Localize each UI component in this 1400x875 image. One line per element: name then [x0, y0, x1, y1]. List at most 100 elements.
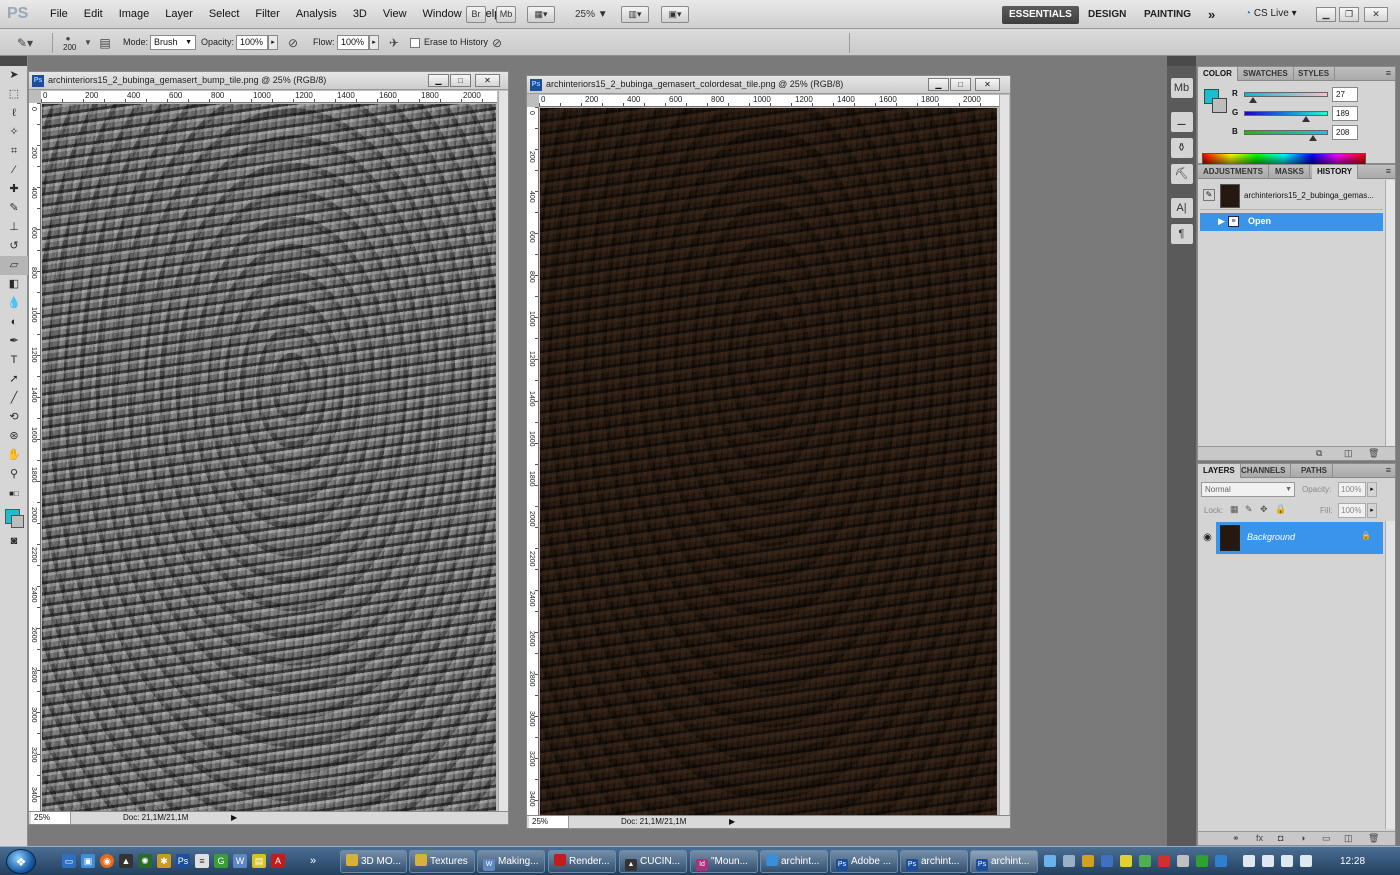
history-brush-icon[interactable]: ↺ [0, 237, 28, 256]
signal-icon[interactable] [1281, 855, 1293, 867]
cs-live-menu[interactable]: ◔ CS Live ▾ [1245, 8, 1297, 19]
layer-row-background[interactable]: ◉ Background 🔒 [1199, 522, 1383, 554]
new-group-icon[interactable]: ▭ [1322, 833, 1331, 844]
tab-paths[interactable]: PATHS [1296, 464, 1333, 478]
flow-input[interactable]: 100% [337, 35, 369, 50]
brush-icon[interactable]: ✎ [0, 199, 28, 218]
taskbar-button[interactable]: W Making... [477, 850, 545, 873]
paragraph-panel-icon[interactable]: ¶ [1170, 224, 1193, 244]
taskbar-button[interactable]: ▲ CUCIN... [619, 850, 687, 873]
acrobat-icon[interactable]: A [271, 854, 285, 868]
menu-analysis[interactable]: Analysis [288, 8, 345, 20]
launch-bridge-button[interactable]: Br [466, 6, 486, 23]
history-state-open[interactable]: ▶ ≡ Open [1200, 213, 1383, 231]
doc-maximize-button[interactable]: □ [950, 78, 971, 91]
quick-select-icon[interactable]: ✧ [0, 123, 28, 142]
panel-menu-icon[interactable]: ≡ [1386, 465, 1391, 475]
restore-button[interactable]: ❐ [1339, 7, 1359, 22]
gradient-icon[interactable]: ◧ [0, 275, 28, 294]
status-menu-arrow-icon[interactable]: ▶ [729, 817, 735, 826]
new-snapshot-icon[interactable]: ◫ [1344, 448, 1353, 459]
tab-color[interactable]: COLOR [1198, 67, 1238, 81]
menu-view[interactable]: View [375, 8, 415, 20]
vertical-scrollbar[interactable] [498, 91, 508, 811]
minibridge-panel-icon[interactable]: Mb [1170, 78, 1193, 98]
screen-mode-button[interactable]: ▣▾ [661, 6, 689, 23]
blue-slider-thumb[interactable] [1308, 135, 1317, 141]
3dsmax-icon[interactable]: ▲ [119, 854, 133, 868]
tab-adjustments[interactable]: ADJUSTMENTS [1198, 165, 1270, 179]
bump-texture-canvas[interactable] [42, 104, 496, 811]
taskbar-button[interactable]: Ps Adobe ... [830, 850, 898, 873]
adjustment-layer-icon[interactable]: ◑ [1300, 833, 1305, 843]
tool-presets-icon[interactable]: ⛏ [1170, 164, 1193, 184]
pen-icon[interactable]: ✒ [0, 332, 28, 351]
document-size-info[interactable]: Doc: 21,1M/21,1M [123, 813, 188, 822]
minimize-button[interactable]: ▁ [1316, 7, 1336, 22]
show-desktop-icon[interactable]: ▭ [62, 854, 76, 868]
link-layers-icon[interactable]: ⚭ [1232, 833, 1240, 844]
green-slider-thumb[interactable] [1302, 116, 1311, 122]
blend-mode-select[interactable]: Normal ▼ [1201, 482, 1295, 497]
quick-launch-more-icon[interactable]: » [306, 854, 320, 868]
launch-minibridge-button[interactable]: Mb [496, 6, 516, 23]
type-icon[interactable]: T [0, 351, 28, 370]
airbrush-icon[interactable]: ✈ [386, 35, 402, 51]
menu-select[interactable]: Select [201, 8, 248, 20]
blue-value-input[interactable]: 208 [1332, 125, 1358, 140]
word-icon[interactable]: W [233, 854, 247, 868]
doc-close-button[interactable]: ✕ [475, 74, 500, 87]
vertical-ruler[interactable]: 0 200 400 600 800 1000 1200 1400 1600 18… [29, 103, 41, 811]
tablet-pressure-opacity-icon[interactable]: ⊘ [285, 35, 301, 51]
eraser-icon[interactable]: ▱ [0, 256, 28, 275]
background-color-swatch[interactable] [11, 515, 24, 528]
color-texture-canvas[interactable] [540, 108, 997, 815]
lock-position-icon[interactable]: ✥ [1260, 504, 1268, 515]
workspace-design[interactable]: DESIGN [1081, 6, 1133, 24]
explorer-icon[interactable]: ▣ [81, 854, 95, 868]
taskbar-button[interactable]: Id "Moun... [690, 850, 758, 873]
volume-icon[interactable] [1243, 855, 1255, 867]
lock-all-icon[interactable]: 🔒 [1275, 504, 1286, 515]
tray-app-icon[interactable] [1158, 855, 1170, 867]
layer-style-fx-icon[interactable]: fx [1256, 833, 1263, 843]
trash-icon[interactable]: 🗑 [1368, 833, 1379, 844]
clone-stamp-icon[interactable]: ⊥ [0, 218, 28, 237]
tray-app-icon[interactable] [1063, 855, 1075, 867]
taskbar-button[interactable]: Ps archint... [900, 850, 968, 873]
vertical-scrollbar[interactable] [999, 95, 1009, 815]
doc-close-button[interactable]: ✕ [975, 78, 1000, 91]
clock[interactable]: 12:28 [1340, 856, 1365, 867]
history-scrollbar[interactable] [1385, 180, 1395, 446]
menu-layer[interactable]: Layer [157, 8, 201, 20]
vertical-ruler[interactable]: 0 200 400 600 800 1000 1200 1400 1600 18… [527, 107, 539, 815]
chrome-icon[interactable]: G [214, 854, 228, 868]
trash-icon[interactable]: 🗑 [1368, 448, 1379, 459]
arrange-documents-button[interactable]: ▥▾ [621, 6, 649, 23]
mode-select[interactable]: Brush ▼ [150, 35, 196, 50]
tablet-pressure-size-icon[interactable]: ⊘ [489, 35, 505, 51]
eraser-tool-preset-icon[interactable]: ✎▾ [17, 35, 33, 51]
flow-slider-toggle[interactable]: ▸ [369, 35, 379, 50]
lasso-icon[interactable]: ℓ [0, 104, 28, 123]
zoom-level-menu[interactable]: 25% ▼ [575, 9, 608, 20]
history-brush-source-icon[interactable]: ✎ [1203, 189, 1215, 201]
opacity-slider-toggle[interactable]: ▸ [268, 35, 278, 50]
notepad-icon[interactable]: ≡ [195, 854, 209, 868]
photoshop-icon[interactable]: Ps [176, 854, 190, 868]
zoom-field[interactable]: 25% [31, 812, 71, 824]
red-value-input[interactable]: 27 [1332, 87, 1358, 102]
tray-app-icon[interactable] [1139, 855, 1151, 867]
tray-app-icon[interactable] [1215, 855, 1227, 867]
hand-icon[interactable]: ✋ [0, 446, 28, 465]
layers-scrollbar[interactable] [1385, 521, 1395, 829]
horizontal-ruler[interactable]: 0 200 400 600 800 1000 1200 1400 1600 18… [41, 91, 497, 103]
dodge-icon[interactable]: ◐ [0, 313, 28, 332]
layer-opacity-slider-toggle[interactable]: ▸ [1367, 482, 1377, 497]
clone-source-icon[interactable]: ⚱ [1170, 138, 1193, 158]
marquee-icon[interactable]: ⬚ [0, 85, 28, 104]
vray-icon[interactable]: ✺ [138, 854, 152, 868]
menu-3d[interactable]: 3D [345, 8, 375, 20]
spot-heal-icon[interactable]: ✚ [0, 180, 28, 199]
menu-image[interactable]: Image [111, 8, 158, 20]
